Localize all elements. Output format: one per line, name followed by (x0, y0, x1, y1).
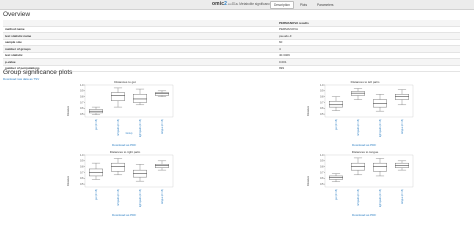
box-3 (373, 94, 387, 112)
plot-svg: 0.5 0.6 0.7 0.8 0.9 1.0 gut (n=15) left palm (n… (80, 84, 174, 137)
top-bar: omic2.com T1a. Metabolite significance p… (0, 0, 474, 10)
y-tick-label: 0.9 (320, 90, 324, 93)
box-body (155, 92, 169, 96)
y-tick-label: 0.6 (320, 107, 324, 110)
download-pdf-link[interactable]: Download as PDF (112, 143, 136, 147)
y-axis-label: Distance (307, 175, 310, 186)
y-tick-label: 0.6 (80, 107, 84, 110)
box-body (111, 92, 125, 101)
y-tick-label: 0.7 (80, 171, 84, 174)
x-tick-label[interactable]: tongue (n=15) (401, 189, 404, 204)
x-tick-label[interactable]: tongue (n=15) (161, 119, 164, 134)
download-pdf-link[interactable]: Download as PDF (112, 213, 136, 217)
box-body (373, 162, 387, 172)
y-tick-label: 0.7 (320, 171, 324, 174)
y-tick-label: 0.5 (320, 113, 324, 116)
x-tick-label[interactable]: right palm (n=15) (379, 119, 382, 137)
y-tick-label: 1.0 (320, 84, 324, 87)
plots-section-title: Group significance plots (3, 69, 73, 76)
box-2 (111, 158, 125, 175)
box-3 (133, 164, 147, 182)
y-axis-label: Distance (307, 105, 310, 116)
x-tick-label[interactable]: right palm (n=15) (139, 119, 142, 137)
box-body (133, 94, 147, 103)
box-2 (351, 157, 365, 175)
box-plot-4: Distances to tongue Distance 0.5 0.6 0.7 0.8 0… (307, 150, 415, 212)
y-tick-label: 0.5 (80, 183, 84, 186)
box-plot-3: Distances to right palm Distance 0.5 0.6 0.7… (67, 150, 175, 212)
y-tick-label: 0.9 (80, 160, 84, 163)
download-pdf-link[interactable]: Download as PDF (352, 143, 376, 147)
y-tick-label: 0.9 (320, 160, 324, 163)
x-tick-label[interactable]: left palm (n=15) (357, 189, 360, 206)
x-tick-label[interactable]: tongue (n=15) (401, 119, 404, 134)
x-tick-label[interactable]: gut (n=15) (335, 189, 338, 200)
box-1 (89, 162, 103, 180)
box-plot-1: Distances to gut Distance 0.5 0.6 0.7 0.8 0.9 1… (67, 80, 175, 142)
box-body (329, 101, 343, 108)
download-pdf-link[interactable]: Download as PDF (352, 213, 376, 217)
tab-description[interactable]: Description (270, 1, 294, 9)
box-1 (89, 106, 103, 115)
y-tick-label: 0.9 (80, 90, 84, 93)
y-tick-label: 0.6 (80, 177, 84, 180)
box-plot-2: Distances to left palm Distance 0.5 0.6 0.7 0… (307, 80, 415, 142)
download-all-link[interactable]: Download raw data as TSV (3, 77, 39, 81)
tab-plots[interactable]: Plots (296, 1, 311, 9)
y-tick-label: 1.0 (320, 154, 324, 157)
box-4 (395, 89, 409, 105)
y-tick-label: 0.6 (320, 177, 324, 180)
box-4 (155, 160, 169, 171)
box-1 (329, 96, 343, 111)
x-tick-label[interactable]: right palm (n=15) (139, 189, 142, 207)
x-tick-label[interactable]: left palm (n=15) (357, 119, 360, 136)
x-tick-label[interactable]: gut (n=15) (95, 189, 98, 200)
overview-table: PERMANOVA results method name PERMANOVA t… (3, 20, 460, 72)
y-tick-label: 0.8 (80, 95, 84, 98)
y-tick-label: 0.5 (320, 183, 324, 186)
y-tick-label: 1.0 (80, 84, 84, 87)
box-3 (373, 158, 387, 177)
x-tick-label[interactable]: gut (n=15) (335, 119, 338, 130)
x-tick-label[interactable]: left palm (n=15) (117, 119, 120, 136)
x-axis-label: Group (126, 132, 133, 135)
y-tick-label: 0.7 (320, 101, 324, 104)
box-body (155, 164, 169, 168)
y-tick-label: 0.8 (320, 165, 324, 168)
box-3 (133, 88, 147, 105)
box-2 (111, 87, 125, 108)
box-body (111, 162, 125, 172)
y-tick-label: 0.5 (80, 113, 84, 116)
tab-bar: Description Plots Parameters (270, 1, 338, 9)
y-tick-label: 0.7 (80, 101, 84, 104)
x-tick-label[interactable]: gut (n=15) (95, 119, 98, 130)
y-axis-label: Distance (67, 175, 70, 186)
x-tick-label[interactable]: right palm (n=15) (379, 189, 382, 207)
overview-title: Overview (3, 11, 31, 18)
box-1 (329, 173, 343, 182)
y-axis-label: Distance (67, 105, 70, 116)
y-tick-label: 0.8 (320, 95, 324, 98)
box-2 (351, 88, 365, 100)
x-tick-label[interactable]: left palm (n=15) (117, 189, 120, 206)
y-tick-label: 1.0 (80, 154, 84, 157)
box-body (373, 99, 387, 108)
plot-svg: 0.5 0.6 0.7 0.8 0.9 1.0 gut (n=15) left palm (n… (320, 154, 414, 207)
plot-svg: 0.5 0.6 0.7 0.8 0.9 1.0 gut (n=15) left palm (n… (80, 154, 174, 207)
box-body (395, 94, 409, 100)
app-logo[interactable]: omic2.com (212, 1, 234, 7)
plot-svg: 0.5 0.6 0.7 0.8 0.9 1.0 gut (n=15) left palm (n… (320, 84, 414, 137)
plot-frame (324, 154, 414, 188)
x-tick-label[interactable]: tongue (n=15) (161, 189, 164, 204)
tab-parameters[interactable]: Parameters (313, 1, 337, 9)
box-4 (395, 160, 409, 171)
box-body (351, 91, 365, 96)
y-tick-label: 0.8 (80, 165, 84, 168)
box-4 (155, 90, 169, 97)
